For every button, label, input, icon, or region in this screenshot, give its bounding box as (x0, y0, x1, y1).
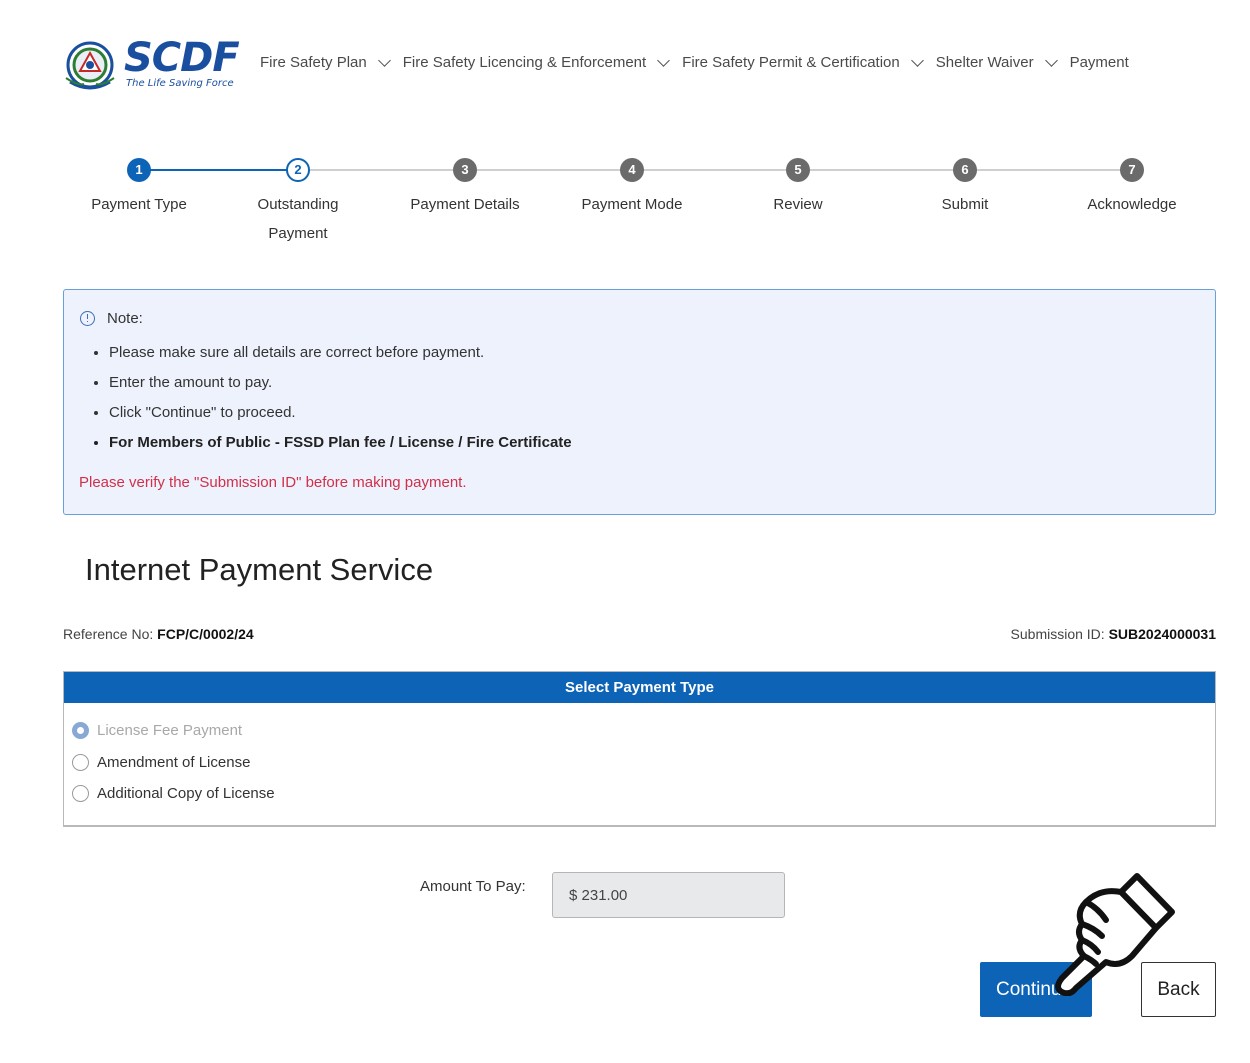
chevron-down-icon (910, 53, 924, 67)
step-acknowledge: 7 Acknowledge (1052, 158, 1212, 219)
info-icon (80, 311, 95, 326)
note-warning: Please verify the "Submission ID" before… (79, 474, 467, 491)
step-number: 6 (953, 158, 977, 182)
radio-license-fee-payment[interactable]: License Fee Payment (72, 722, 242, 739)
submission-label: Submission ID: (1010, 626, 1105, 642)
payment-type-panel: Select Payment Type License Fee Payment … (63, 671, 1216, 827)
logo-wordmark: SCDF (124, 35, 240, 81)
step-review: 5 Review (718, 158, 878, 219)
radio-label: Amendment of License (97, 754, 251, 771)
chevron-down-icon (377, 53, 391, 67)
step-number: 1 (127, 158, 151, 182)
nav-item-label: Shelter Waiver (935, 54, 1034, 71)
radio-label: Additional Copy of License (97, 785, 275, 802)
nav-item-licencing-enforcement[interactable]: Fire Safety Licencing & Enforcement (402, 53, 671, 71)
logo-tagline: The Life Saving Force (126, 78, 234, 89)
radio-label: License Fee Payment (97, 722, 243, 739)
submission-id: Submission ID: SUB2024000031 (1011, 626, 1216, 642)
note-title: Note: (107, 310, 143, 327)
pointing-hand-icon (1055, 873, 1175, 996)
step-label: Acknowledge (1087, 196, 1177, 213)
radio-button[interactable] (72, 722, 89, 739)
note-box: Note: Please make sure all details are c… (63, 289, 1216, 515)
note-header: Note: (80, 310, 143, 327)
nav-item-shelter-waiver[interactable]: Shelter Waiver (935, 53, 1058, 71)
nav-item-label: Fire Safety Plan (260, 54, 367, 71)
step-label: Submit (941, 196, 989, 213)
step-label: Payment Details (410, 196, 520, 213)
note-list: Please make sure all details are correct… (109, 338, 572, 458)
page-title: Internet Payment Service (85, 552, 434, 587)
reference-label: Reference No: (63, 626, 154, 642)
step-number: 3 (453, 158, 477, 182)
step-payment-details: 3 Payment Details (385, 158, 545, 219)
radio-additional-copy-of-license[interactable]: Additional Copy of License (72, 785, 275, 802)
note-item: For Members of Public - FSSD Plan fee / … (109, 428, 572, 458)
nav-item-fire-safety-plan[interactable]: Fire Safety Plan (260, 53, 391, 71)
step-outstanding-payment[interactable]: 2 Outstanding Payment (243, 158, 353, 248)
site-header: SCDF The Life Saving Force Fire Safety P… (0, 0, 1250, 130)
nav-item-payment[interactable]: Payment (1070, 54, 1129, 71)
radio-button[interactable] (72, 754, 89, 771)
step-payment-type[interactable]: 1 Payment Type (59, 158, 219, 219)
chevron-down-icon (1044, 53, 1058, 67)
radio-button[interactable] (72, 785, 89, 802)
note-item: Click "Continue" to proceed. (109, 398, 572, 428)
nav-item-label: Fire Safety Licencing & Enforcement (402, 54, 647, 71)
scdf-emblem-icon (65, 41, 115, 90)
step-label: Payment Type (91, 196, 187, 213)
scdf-logo[interactable]: SCDF The Life Saving Force (62, 36, 242, 94)
step-number: 4 (620, 158, 644, 182)
step-label: Review (773, 196, 823, 213)
step-number: 2 (286, 158, 310, 182)
radio-amendment-of-license[interactable]: Amendment of License (72, 754, 250, 771)
nav-item-label: Payment (1069, 54, 1129, 71)
note-item: Enter the amount to pay. (109, 368, 572, 398)
nav-item-label: Fire Safety Permit & Certification (682, 54, 900, 71)
step-number: 7 (1120, 158, 1144, 182)
step-label: Outstanding Payment (257, 196, 339, 242)
amount-label: Amount To Pay: (420, 878, 526, 895)
reference-value: FCP/C/0002/24 (157, 626, 254, 642)
submission-value: SUB2024000031 (1108, 626, 1216, 642)
step-payment-mode: 4 Payment Mode (552, 158, 712, 219)
step-label: Payment Mode (581, 196, 683, 213)
payment-type-header: Select Payment Type (64, 672, 1215, 703)
step-number: 5 (786, 158, 810, 182)
step-submit: 6 Submit (885, 158, 1045, 219)
chevron-down-icon (657, 53, 671, 67)
note-item: Please make sure all details are correct… (109, 338, 572, 368)
progress-stepper: 1 Payment Type 2 Outstanding Payment 3 P… (0, 150, 1250, 260)
reference-number: Reference No: FCP/C/0002/24 (63, 626, 254, 642)
main-nav: Fire Safety Plan Fire Safety Licencing &… (260, 53, 1143, 71)
amount-to-pay-field[interactable] (552, 872, 785, 918)
nav-item-permit-certification[interactable]: Fire Safety Permit & Certification (682, 53, 924, 71)
